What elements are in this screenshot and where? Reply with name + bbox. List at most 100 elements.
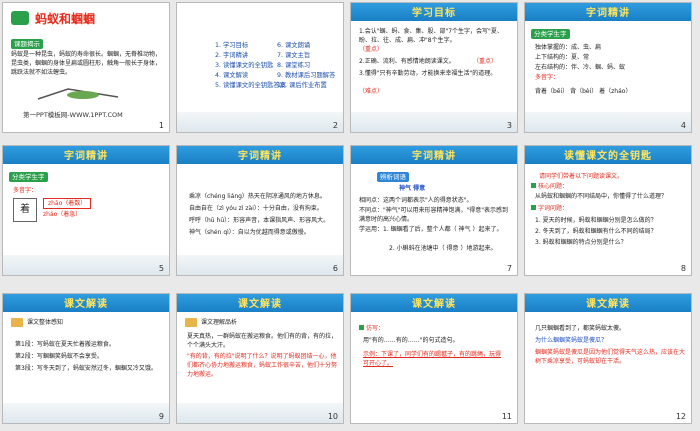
slide-thumbnail-2[interactable]: 1. 学习目标 2. 字词精讲 3. 读懂课文的全钥匙 4. 课文解读 5. 读… [176,2,344,133]
toc-item[interactable]: 7. 课文主旨 [277,51,310,60]
slide-title: 字词精讲 [238,151,282,162]
vocab-line: 左右结构的：伴、冷、蝈、蚂、蚁 [535,64,626,71]
toc-item[interactable]: 9. 教材课后习题解答 [277,71,335,80]
slide-banner: 课文解读 [3,294,169,312]
book-icon [11,318,23,327]
question-line: 请同学们带着以下问题读课文。 [539,173,624,180]
slide-thumbnail-3[interactable]: 学习目标 1.会认"蝈、蚂、食、集、股、部"7个生字，会写"夏、盼、拉、往、成、… [350,2,518,133]
slide-bottom-strip [351,112,517,132]
slide-thumbnail-9[interactable]: 课文解读 课文整体感知 第1段：写蚂蚁在夏天忙着搬运粮食。 第2段：写蝈蝈笑蚂蚁… [2,293,170,424]
word-definition: 呼呼（hū hū）：形容声音，本课指风声、形容风大。 [189,217,330,224]
slide-banner: 课文解读 [177,294,343,312]
slide-title: 课文解读 [64,299,108,310]
bullet-icon [531,205,536,210]
page-number: 10 [327,412,338,421]
toc-item[interactable]: 6. 课文朗诵 [277,41,310,50]
slide-bottom-strip [177,403,343,423]
passage-text: 几只蝈蝈看到了，都笑蚂蚁太傻。 [535,325,626,332]
question-heading-text: 核心问题： [538,183,569,190]
toc-item[interactable]: 4. 课文解读 [215,71,248,80]
page-number: 4 [680,121,686,130]
slide-banner: 字词精讲 [3,146,169,164]
slide-title: 课文解读 [238,299,282,310]
slide-title: 课文解读 [586,299,630,310]
book-icon [185,318,197,327]
toc-item[interactable]: 1. 学习目标 [215,41,248,50]
exercise-heading: 仿写： [359,324,384,333]
page-number: 1 [158,121,164,130]
polyphone-reading: zhāo（着数） [43,198,92,209]
slide-banner: 读懂课文的全钥匙 [525,146,691,164]
slide-title: 课文解读 [412,299,456,310]
polyphone-reading: zháo（着急） [43,211,82,218]
slide-bottom-strip [3,255,169,275]
slide-banner: 学习目标 [351,3,517,21]
compare-line: 学运用：1. 蝈蝈看了后，整个人都（ 神气 ）起来了。 [359,226,503,233]
compare-line: 相同点：这两个词都表示"人的得意状态"。 [359,197,473,204]
question-heading: 字词问题： [531,204,568,213]
slide-title: 蚂蚁和蝈蝈 [35,12,96,26]
question-line: 1. 夏天的时候，蚂蚁和蝈蝈分别是怎么做的？ [535,217,657,224]
slide-thumbnail-12[interactable]: 课文解读 几只蝈蝈看到了，都笑蚂蚁太傻。 为什么蝈蝈笑蚂蚁是傻瓜？ 蝈蝈笑蚂蚁是… [524,293,692,424]
slide-title: 字词精讲 [586,8,630,19]
slide-grid: 蚂蚁和蝈蝈 课题揭示 蚂蚁是一种昆虫，蚂蚁的寿命很长。蝈蝈，无脊椎动物，昆虫类，… [0,0,700,431]
slide-title: 读懂课文的全钥匙 [564,151,652,162]
vocab-line: 上下结构的：夏、常 [535,54,590,61]
paragraph-summary: 第3段：写冬天到了，蚂蚁安然过冬，蝈蝈又冷又饿。 [15,365,157,372]
word-pair: 神气 得意 [399,185,426,192]
section-tag: 课文理解品析 [201,319,238,326]
compare-line: 2. 小蝌蚪在池塘中（ 得意 ）地游起来。 [389,245,497,252]
objective-line: 1.会认"蝈、蚂、食、集、股、部"7个生字，会写"夏、盼、拉、往、成、扁、冲"8… [359,28,503,44]
slide-thumbnail-6[interactable]: 字词精讲 乘凉（chéng liáng）热天在阴凉通风的地方休息。 自由自在（z… [176,145,344,276]
page-number: 3 [506,121,512,130]
exercise-prompt: 用"有的……有的……"的句式造句。 [363,337,459,344]
page-number: 7 [506,264,512,273]
vocab-line: 背着（bēi） 背（bèi） 着（zháo） [535,88,632,95]
slide-thumbnail-5[interactable]: 字词精讲 分类学生字 多音字： 着 zhāo（着数） zháo（着急） 5 [2,145,170,276]
slide-banner: 课文解读 [351,294,517,312]
slide-bottom-strip [3,403,169,423]
vocab-line: 独体掌握的：成、虫、扁 [535,44,602,51]
slide-thumbnail-4[interactable]: 字词精讲 分类学生字 独体掌握的：成、虫、扁 上下结构的：夏、常 左右结构的：伴… [524,2,692,133]
paragraph-summary: 第2段：写蝈蝈笑蚂蚁不会享受。 [15,353,103,360]
toc-item[interactable]: 5. 读懂课文的全钥匙答案 [215,81,286,90]
toc-item[interactable]: 8. 课堂练习 [277,61,310,70]
slide-title: 字词精讲 [64,151,108,162]
exercise-heading-text: 仿写： [366,325,385,332]
slide-thumbnail-11[interactable]: 课文解读 仿写： 用"有的……有的……"的句式造句。 示例：下课了，同学们有的踢… [350,293,518,424]
word-definition: 乘凉（chéng liáng）热天在阴凉通风的地方休息。 [189,193,326,200]
slide-title: 字词精讲 [412,151,456,162]
slide-title: 学习目标 [412,8,456,19]
slide-banner: 字词精讲 [177,146,343,164]
slide-thumbnail-10[interactable]: 课文解读 课文理解品析 夏天真热，一群蚂蚁在搬运粮食。他们有的背，有的拉，个个满… [176,293,344,424]
page-number: 12 [675,412,686,421]
question-text: 为什么蝈蝈笑蚂蚁是傻瓜？ [535,337,608,344]
slide-bottom-strip [525,112,691,132]
slide-thumbnail-7[interactable]: 字词精讲 辨析词语 神气 得意 相同点：这两个词都表示"人的得意状态"。 不同点… [350,145,518,276]
polyphone-label: 多音字： [13,187,38,194]
slide-thumbnail-1[interactable]: 蚂蚁和蝈蝈 课题揭示 蚂蚁是一种昆虫，蚂蚁的寿命很长。蝈蝈，无脊椎动物，昆虫类，… [2,2,170,133]
exercise-example: 示例：下课了，同学们有的踢毽子，有的跳绳，玩得可开心了。 [363,351,502,367]
objective-mark: （难点） [359,88,384,95]
bullet-icon [531,183,536,188]
objective-line: 2.正确、流利、有感情地朗读课文。 [359,58,455,65]
question-heading-text: 字词问题： [538,205,569,212]
logo-icon [11,11,29,25]
slide-banner: 字词精讲 [351,146,517,164]
objective-mark: （重点） [473,58,498,65]
toc-item[interactable]: 3. 读懂课文的全钥匙 [215,61,273,70]
vocab-line: 多音字： [535,74,560,81]
question-line: 2. 冬天到了，蚂蚁和蝈蝈有什么不同的结局？ [535,228,657,235]
page-number: 5 [158,264,164,273]
slide-thumbnail-8[interactable]: 读懂课文的全钥匙 请同学们带着以下问题读课文。 核心问题： 从蚂蚁和蝈蝈的不同结… [524,145,692,276]
answer-text: 蝈蝈笑蚂蚁是傻瓜是因为他们觉得天气这么热，应该在大树下乘凉享受，可蚂蚁却在干活。 [535,349,686,365]
toc-item[interactable]: 2. 字词精讲 [215,51,248,60]
objective-mark: （重点） [359,46,384,53]
toc-item[interactable]: 10. 课后作业布置 [277,81,327,90]
slide-banner: 课文解读 [525,294,691,312]
grasshopper-image [33,85,123,103]
question-line: 3. 蚂蚁和蝈蝈的特点分别是什么？ [535,239,627,246]
word-definition: 自由自在（zì yóu zì zài）：十分自由，没有拘束。 [189,205,323,212]
page-number: 8 [680,264,686,273]
section-tag: 辨析词语 [377,172,409,182]
